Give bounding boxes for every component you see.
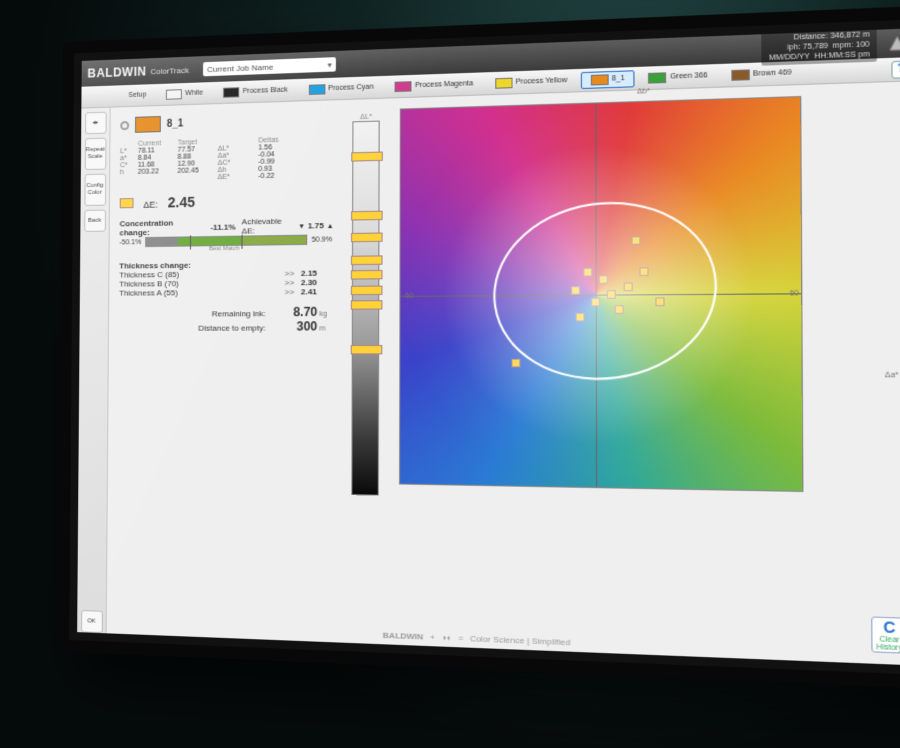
partner-logo-icon: ◑◐: [441, 633, 451, 643]
lab-metrics-table: CurrentTargetDeltas L*78.1177.57ΔL*1.56 …: [120, 135, 333, 183]
ab-gamut-plot[interactable]: -60 60: [399, 96, 803, 492]
monitor-bezel: BALDWIN ColorTrack Current Job Name ▾ Di…: [57, 5, 900, 689]
color-detail-panel: 8_1 CurrentTargetDeltas L*78.1177.57ΔL*1…: [107, 100, 343, 643]
selected-color-swatch: [135, 116, 161, 133]
gamut-panel: Δb* -60 60 Δa*: [388, 81, 900, 665]
delta-e-readout: ΔE: 2.45: [120, 191, 333, 211]
achievable-de-increment[interactable]: ▴: [328, 220, 332, 229]
concentration-bar[interactable]: [145, 235, 307, 247]
concentration-section: Concentration change: -11.1% Achievable …: [119, 216, 332, 254]
tab-process-cyan[interactable]: Process Cyan: [300, 79, 382, 98]
tab-setup[interactable]: Setup: [120, 87, 154, 104]
tab-process-black[interactable]: Process Black: [215, 82, 296, 101]
tab-green-366[interactable]: Green 366: [639, 67, 717, 87]
target-indicator-icon: [120, 120, 129, 129]
job-name-dropdown[interactable]: Current Job Name ▾: [203, 57, 336, 76]
work-area: ◂▸ Repeat Scale Config Color Back OK 8_1…: [77, 81, 900, 665]
help-button[interactable]: ?: [891, 60, 900, 78]
alarm-icon[interactable]: [886, 33, 900, 54]
tab-white[interactable]: White: [158, 85, 211, 103]
tab-spot-8-1[interactable]: 8_1: [581, 70, 635, 89]
product-label: ColorTrack: [150, 65, 189, 75]
lightness-strip-panel: ΔL*: [341, 99, 389, 645]
tolerance-ellipse: [482, 186, 731, 392]
toolbar-back-button[interactable]: Back: [84, 210, 106, 232]
b-axis: [595, 103, 597, 487]
thickness-section: Thickness change: Thickness C (85)>>2.15…: [119, 259, 332, 298]
achievable-de-decrement[interactable]: ▾: [299, 221, 303, 230]
toolbar-repeat-scale-button[interactable]: Repeat Scale: [84, 138, 106, 170]
selected-color-header: 8_1: [120, 111, 332, 134]
lightness-strip[interactable]: [351, 121, 379, 496]
selected-color-name: 8_1: [167, 118, 184, 130]
app-screen: BALDWIN ColorTrack Current Job Name ▾ Di…: [77, 28, 900, 665]
toolbar-collapse-button[interactable]: ◂▸: [85, 112, 107, 135]
toolbar-config-color-button[interactable]: Config Color: [84, 174, 106, 206]
sample-swatch-icon: [120, 198, 134, 208]
tab-process-magenta[interactable]: Process Magenta: [386, 75, 482, 95]
brand-label: BALDWIN: [87, 64, 146, 80]
a-axis: [400, 293, 801, 297]
job-name-text: Current Job Name: [207, 62, 273, 74]
left-toolbar: ◂▸ Repeat Scale Config Color Back OK: [77, 108, 110, 634]
run-stats: Distance: 346,872 m iph: 75,789 mpm: 100…: [762, 28, 877, 65]
ink-section: Remaining ink:8.70kg Distance to empty:3…: [119, 305, 332, 334]
tab-process-yellow[interactable]: Process Yellow: [486, 72, 576, 92]
tab-brown-469[interactable]: Brown 469: [722, 64, 802, 84]
clear-history-button[interactable]: C Clear History: [871, 616, 900, 653]
chevron-down-icon: ▾: [328, 60, 332, 69]
